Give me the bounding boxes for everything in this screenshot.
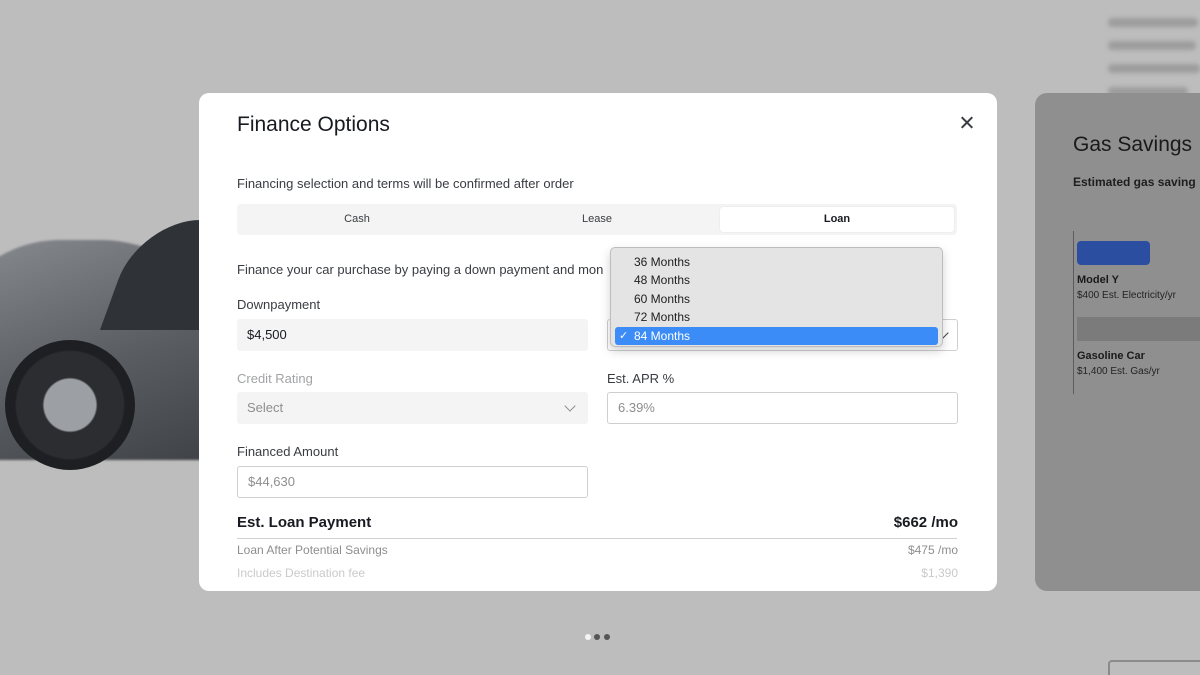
- carousel-dot-1[interactable]: [585, 634, 591, 640]
- car-wheel-shape: [5, 340, 135, 470]
- apr-label: Est. APR %: [607, 371, 675, 386]
- loan-payment-label: Est. Loan Payment: [237, 514, 372, 531]
- term-option-36[interactable]: 36 Months: [615, 253, 938, 271]
- term-option-60[interactable]: 60 Months: [615, 290, 938, 308]
- credit-rating-value: Select: [247, 400, 284, 415]
- apr-input[interactable]: 6.39%: [607, 392, 958, 424]
- carousel-dot-2[interactable]: [594, 634, 600, 640]
- term-option-84[interactable]: ✓ 84 Months: [615, 326, 938, 345]
- financed-amount-label: Financed Amount: [237, 444, 339, 459]
- credit-rating-select[interactable]: Select: [237, 392, 588, 424]
- term-dropdown-list: 36 Months 48 Months 60 Months 72 Months …: [610, 247, 943, 347]
- term-option-84-label: 84 Months: [634, 328, 691, 343]
- downpayment-input[interactable]: $4,500: [237, 319, 588, 351]
- tab-loan[interactable]: Loan: [720, 207, 954, 232]
- loan-description: Finance your car purchase by paying a do…: [237, 262, 604, 277]
- gas-car-name-label: Gasoline Car: [1077, 350, 1145, 362]
- gas-cost-bar: [1077, 317, 1200, 341]
- modal-subtitle: Financing selection and terms will be co…: [237, 176, 574, 191]
- after-savings-label: Loan After Potential Savings: [237, 543, 388, 557]
- destination-fee-value: $1,390: [921, 566, 958, 580]
- carousel-dot-3[interactable]: [604, 634, 610, 640]
- tab-cash[interactable]: Cash: [240, 207, 474, 232]
- downpayment-label: Downpayment: [237, 297, 321, 312]
- financed-amount-input[interactable]: $44,630: [237, 466, 588, 498]
- gas-savings-subtitle: Estimated gas saving: [1073, 175, 1196, 189]
- term-option-48[interactable]: 48 Months: [615, 271, 938, 289]
- tab-lease[interactable]: Lease: [480, 207, 714, 232]
- divider: [237, 538, 957, 539]
- close-icon[interactable]: [957, 113, 977, 133]
- ev-cost-label: $400 Est. Electricity/yr: [1077, 290, 1176, 301]
- gas-car-cost-label: $1,400 Est. Gas/yr: [1077, 366, 1160, 377]
- destination-fee-label: Includes Destination fee: [237, 566, 366, 580]
- ev-cost-bar: [1077, 241, 1150, 265]
- gas-savings-panel: Gas Savings Estimated gas saving Model Y…: [1035, 93, 1200, 591]
- loan-payment-value: $662 /mo: [893, 514, 958, 531]
- payment-type-tabs: Cash Lease Loan: [237, 204, 957, 235]
- term-option-72[interactable]: 72 Months: [615, 308, 938, 326]
- chevron-down-icon: [564, 400, 576, 412]
- background-button-outline: [1108, 660, 1200, 675]
- ev-name-label: Model Y: [1077, 274, 1119, 286]
- gas-chart-axis: [1073, 231, 1074, 394]
- credit-rating-label: Credit Rating: [237, 371, 313, 386]
- after-savings-value: $475 /mo: [907, 543, 958, 557]
- gas-savings-title: Gas Savings: [1073, 133, 1193, 156]
- checkmark-icon: ✓: [619, 329, 629, 342]
- modal-title: Finance Options: [237, 113, 390, 136]
